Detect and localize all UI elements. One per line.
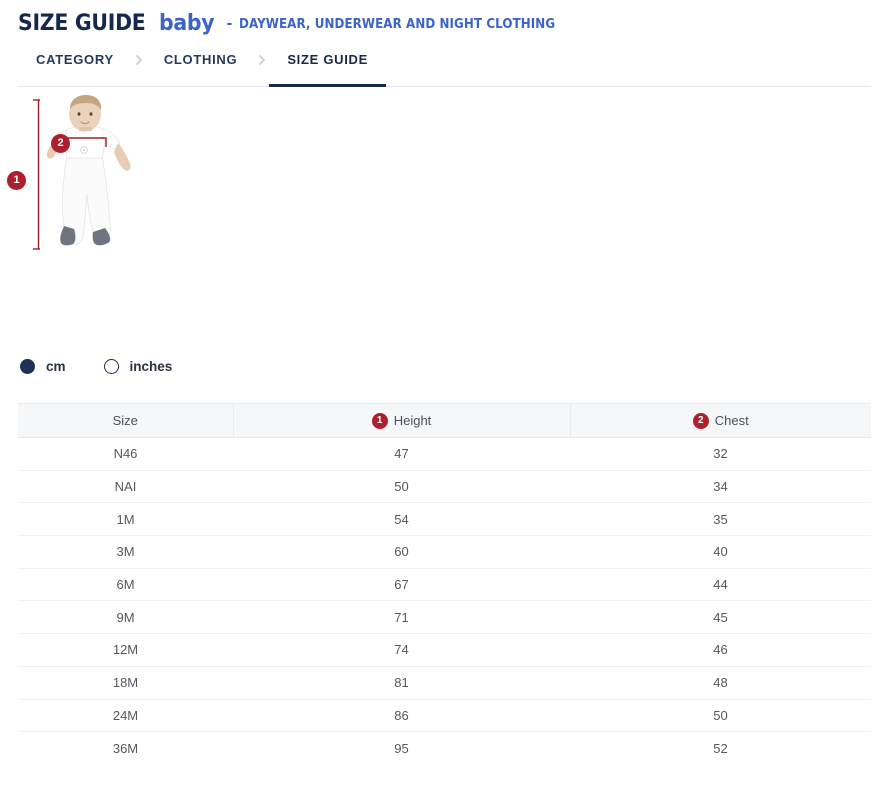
cell-chest: 32 [570,438,871,471]
unit-selector: cm inches [0,353,889,379]
cell-size: 6M [18,568,233,601]
cell-size: NAI [18,470,233,503]
cell-chest: 44 [570,568,871,601]
cell-height: 67 [233,568,570,601]
page-title-sub: baby [159,13,214,35]
table-row: NAI 50 34 [18,470,871,503]
breadcrumb-item-category[interactable]: CATEGORY [18,50,132,87]
cell-size: 24M [18,699,233,732]
page-header: SIZE GUIDE baby - DAYWEAR, UNDERWEAR AND… [0,0,889,35]
breadcrumb: CATEGORY CLOTHING SIZE GUIDE [0,50,889,87]
size-guide-table: Size 1 Height 2 Chest [18,403,871,764]
column-header-size-label: Size [113,413,138,428]
cell-height: 95 [233,732,570,765]
column-header-chest-label: Chest [715,413,749,428]
unit-label-cm: cm [46,359,66,374]
chevron-right-icon [255,50,269,87]
cell-size: 36M [18,732,233,765]
cell-chest: 40 [570,536,871,569]
unit-option-inches[interactable]: inches [104,359,173,374]
size-table-container: Size 1 Height 2 Chest [0,403,889,764]
table-row: 1M 54 35 [18,503,871,536]
cell-chest: 50 [570,699,871,732]
baby-illustration [22,94,172,349]
table-row: 3M 60 40 [18,536,871,569]
cell-size: N46 [18,438,233,471]
cell-size: 18M [18,666,233,699]
page-title: SIZE GUIDE baby - DAYWEAR, UNDERWEAR AND… [18,13,889,35]
baby-body [47,95,131,245]
cell-height: 54 [233,503,570,536]
cell-size: 3M [18,536,233,569]
cell-height: 47 [233,438,570,471]
chest-measure-badge: 2 [51,134,70,153]
breadcrumb-item-size-guide[interactable]: SIZE GUIDE [269,50,386,87]
cell-height: 60 [233,536,570,569]
cell-size: 12M [18,634,233,667]
table-row: 18M 81 48 [18,666,871,699]
table-header-row: Size 1 Height 2 Chest [18,404,871,438]
page-title-main: SIZE GUIDE [18,13,145,35]
cell-chest: 45 [570,601,871,634]
radio-icon-cm[interactable] [20,359,35,374]
cell-chest: 35 [570,503,871,536]
cell-size: 1M [18,503,233,536]
chest-badge-icon: 2 [693,413,709,429]
table-row: 24M 86 50 [18,699,871,732]
cell-height: 86 [233,699,570,732]
unit-label-inches: inches [130,359,173,374]
cell-height: 74 [233,634,570,667]
measurement-figure: 1 2 [0,94,889,349]
unit-option-cm[interactable]: cm [20,359,66,374]
table-header: Size 1 Height 2 Chest [18,404,871,438]
height-measure-line [33,100,40,249]
column-header-height: 1 Height [233,404,570,438]
table-row: N46 47 32 [18,438,871,471]
table-row: 9M 71 45 [18,601,871,634]
breadcrumb-item-clothing[interactable]: CLOTHING [146,50,255,87]
column-header-height-label: Height [394,413,432,428]
cell-size: 9M [18,601,233,634]
table-row: 36M 95 52 [18,732,871,765]
cell-chest: 34 [570,470,871,503]
chevron-right-icon [132,50,146,87]
cell-chest: 46 [570,634,871,667]
radio-icon-inches[interactable] [104,359,119,374]
page-title-tagline: DAYWEAR, UNDERWEAR AND NIGHT CLOTHING [239,18,555,32]
cell-height: 50 [233,470,570,503]
cell-height: 71 [233,601,570,634]
column-header-chest: 2 Chest [570,404,871,438]
table-row: 12M 74 46 [18,634,871,667]
column-header-size: Size [18,404,233,438]
table-row: 6M 67 44 [18,568,871,601]
height-measure-badge: 1 [7,171,26,190]
page-title-dash: - [226,17,232,31]
height-badge-icon: 1 [372,413,388,429]
cell-chest: 48 [570,666,871,699]
cell-chest: 52 [570,732,871,765]
cell-height: 81 [233,666,570,699]
table-body: N46 47 32 NAI 50 34 1M 54 35 3M 60 40 6M [18,438,871,765]
